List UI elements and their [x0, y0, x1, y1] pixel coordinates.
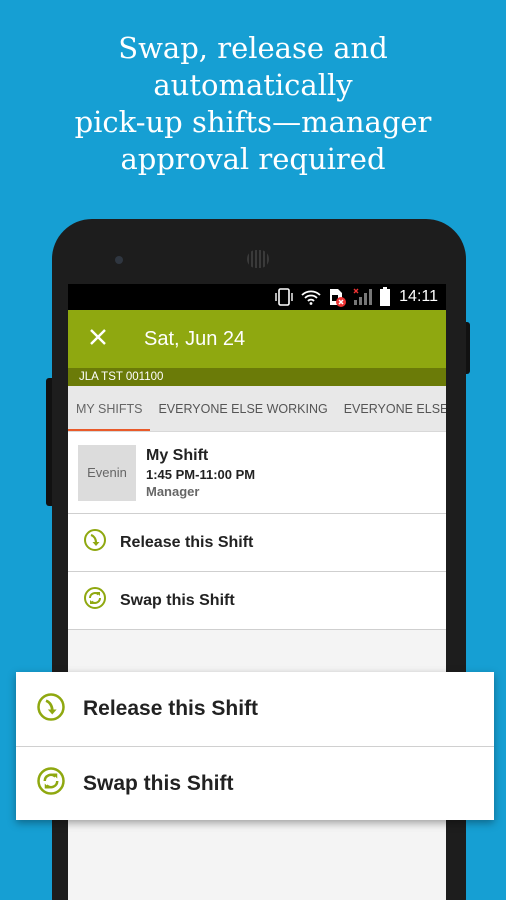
release-shift-callout-button[interactable]: Release this Shift — [16, 672, 494, 746]
shift-card[interactable]: Evenin My Shift 1:45 PM-11:00 PM Manager — [68, 432, 446, 514]
sim-error-icon — [327, 288, 347, 307]
page-title: Sat, Jun 24 — [144, 327, 246, 350]
promo-line-3: pick-up shifts—manager — [74, 105, 432, 139]
tab-bar: MY SHIFTS EVERYONE ELSE WORKING EVERYONE… — [68, 386, 446, 432]
release-shift-icon — [83, 528, 107, 557]
shift-time: 1:45 PM-11:00 PM — [146, 466, 256, 482]
phone-vibrate-icon — [273, 288, 295, 306]
shift-thumbnail: Evenin — [78, 444, 136, 501]
earpiece-speaker — [247, 250, 269, 268]
front-camera — [115, 256, 123, 264]
battery-icon — [379, 287, 391, 306]
status-bar: 14:11 — [68, 284, 446, 310]
location-label: JLA TST 001100 — [68, 368, 446, 386]
close-button[interactable] — [68, 310, 128, 368]
shift-info: My Shift 1:45 PM-11:00 PM Manager — [146, 447, 255, 499]
release-shift-button[interactable]: Release this Shift — [68, 514, 446, 572]
wifi-icon — [301, 288, 321, 306]
release-shift-icon — [36, 692, 66, 727]
status-time: 14:11 — [399, 288, 438, 305]
shift-actions-callout: Release this Shift Swap this Shift — [16, 672, 494, 820]
app-bar: Sat, Jun 24 — [68, 310, 446, 368]
swap-shift-callout-button[interactable]: Swap this Shift — [16, 746, 494, 820]
promo-line-2: automatically — [153, 68, 353, 102]
promo-headline: Swap, release and automatically pick-up … — [0, 30, 506, 178]
tab-everyone-else-not-working[interactable]: EVERYONE ELSE NOT WORKING — [336, 386, 446, 431]
swap-shift-label: Swap this Shift — [120, 591, 235, 609]
promo-line-4: approval required — [120, 142, 386, 176]
promo-line-1: Swap, release and — [118, 31, 388, 65]
swap-shift-icon — [36, 766, 66, 801]
close-icon — [89, 326, 107, 352]
tab-my-shifts[interactable]: MY SHIFTS — [68, 386, 151, 431]
shift-title: My Shift — [146, 446, 209, 464]
swap-shift-callout-label: Swap this Shift — [83, 771, 234, 795]
swap-shift-button[interactable]: Swap this Shift — [68, 572, 446, 630]
signal-icon — [353, 288, 373, 306]
release-shift-callout-label: Release this Shift — [83, 697, 259, 720]
shift-role: Manager — [146, 483, 200, 499]
swap-shift-icon — [83, 586, 107, 615]
tab-everyone-else-working[interactable]: EVERYONE ELSE WORKING — [150, 386, 335, 431]
release-shift-label: Release this Shift — [120, 533, 254, 551]
